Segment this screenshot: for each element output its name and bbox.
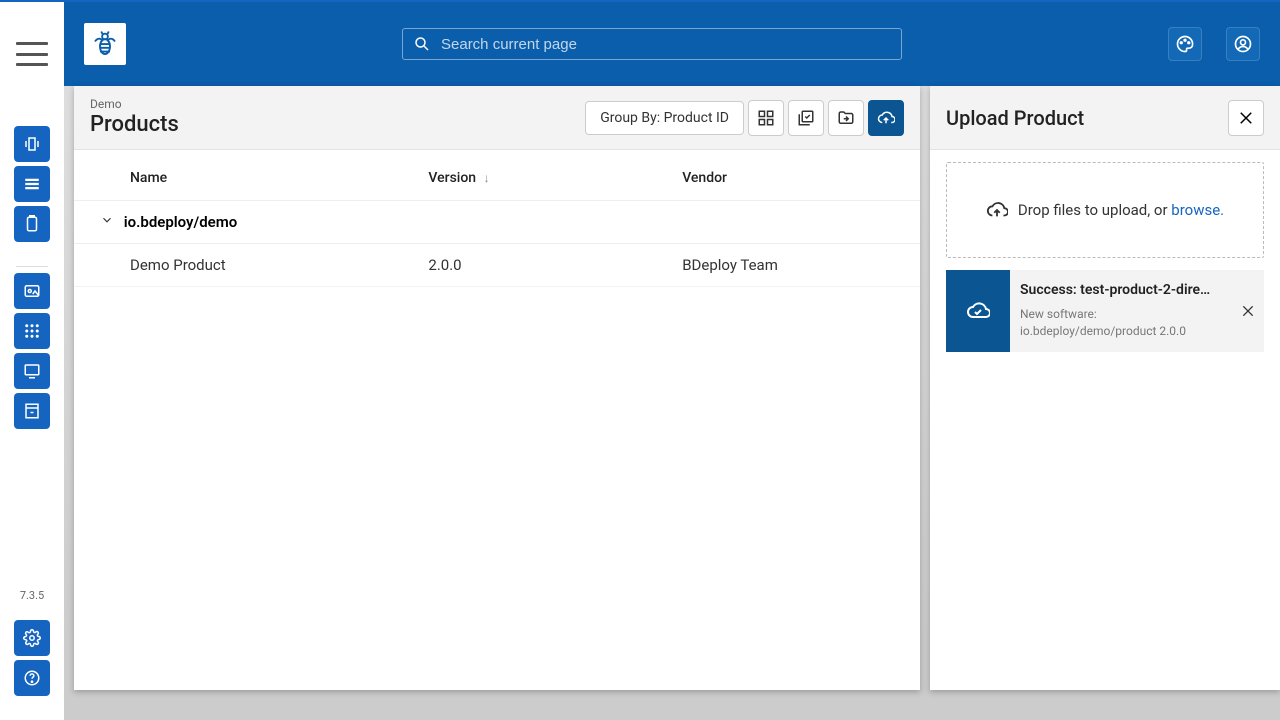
col-version-label: Version — [428, 170, 476, 186]
help-icon — [23, 669, 41, 687]
upload-result-card: Success: test-product-2-dire… New softwa… — [946, 270, 1264, 352]
gear-icon — [23, 629, 41, 647]
library-check-icon — [797, 109, 815, 127]
upload-item-subtitle: New software: io.bdeploy/demo/product 2.… — [1020, 306, 1222, 340]
drop-text: Drop files to upload, or — [1018, 201, 1171, 219]
settings-button[interactable] — [14, 620, 50, 656]
col-version[interactable]: Version ↓ — [412, 150, 666, 201]
col-name[interactable]: Name — [74, 150, 412, 201]
chevron-down-icon — [100, 213, 120, 227]
bulk-button[interactable] — [788, 100, 824, 136]
palette-icon — [1175, 34, 1195, 54]
app-version: 7.3.5 — [20, 589, 44, 602]
page-title: Products — [90, 112, 179, 138]
app-logo — [84, 23, 126, 65]
cell-version: 2.0.0 — [412, 244, 666, 287]
cloud-upload-icon — [877, 109, 895, 127]
table-row[interactable]: Demo Product 2.0.0 BDeploy Team — [74, 244, 920, 287]
browse-link[interactable]: browse. — [1171, 201, 1224, 219]
rail-btn-7[interactable] — [14, 393, 50, 429]
rail-btn-4[interactable] — [14, 273, 50, 309]
close-icon — [1240, 303, 1256, 319]
upload-item-title: Success: test-product-2-dire… — [1020, 282, 1222, 298]
account-button[interactable] — [1226, 27, 1260, 61]
breadcrumb[interactable]: Demo — [90, 97, 179, 111]
search-input[interactable] — [402, 28, 902, 60]
col-vendor[interactable]: Vendor — [666, 150, 920, 201]
grid-icon — [757, 109, 775, 127]
group-by-button[interactable]: Group By: Product ID — [585, 101, 744, 135]
search-field[interactable] — [439, 35, 891, 54]
upload-status-icon — [946, 270, 1010, 352]
folder-import-icon — [837, 109, 855, 127]
rail-btn-6[interactable] — [14, 353, 50, 389]
cloud-done-icon — [966, 299, 990, 323]
dropzone[interactable]: Drop files to upload, or browse. — [946, 162, 1264, 258]
cell-vendor: BDeploy Team — [666, 244, 920, 287]
close-panel-button[interactable] — [1228, 100, 1264, 136]
group-row[interactable]: io.bdeploy/demo — [74, 201, 920, 244]
upload-panel-title: Upload Product — [946, 106, 1084, 130]
rail-divider — [16, 266, 48, 267]
cell-name: Demo Product — [74, 244, 412, 287]
rail-btn-2[interactable] — [14, 166, 50, 202]
group-id: io.bdeploy/demo — [124, 213, 238, 231]
help-button[interactable] — [14, 660, 50, 696]
sort-desc-icon: ↓ — [484, 171, 490, 185]
search-icon — [413, 35, 431, 53]
rail-btn-1[interactable] — [14, 126, 50, 162]
import-button[interactable] — [828, 100, 864, 136]
account-icon — [1233, 34, 1253, 54]
card-view-button[interactable] — [748, 100, 784, 136]
theme-button[interactable] — [1168, 27, 1202, 61]
menu-toggle[interactable] — [16, 42, 48, 66]
rail-btn-3[interactable] — [14, 206, 50, 242]
upload-button[interactable] — [868, 100, 904, 136]
cloud-upload-icon — [986, 199, 1008, 221]
dismiss-upload-button[interactable] — [1232, 270, 1264, 352]
close-icon — [1237, 109, 1255, 127]
rail-btn-5[interactable] — [14, 313, 50, 349]
bee-icon — [90, 29, 120, 59]
